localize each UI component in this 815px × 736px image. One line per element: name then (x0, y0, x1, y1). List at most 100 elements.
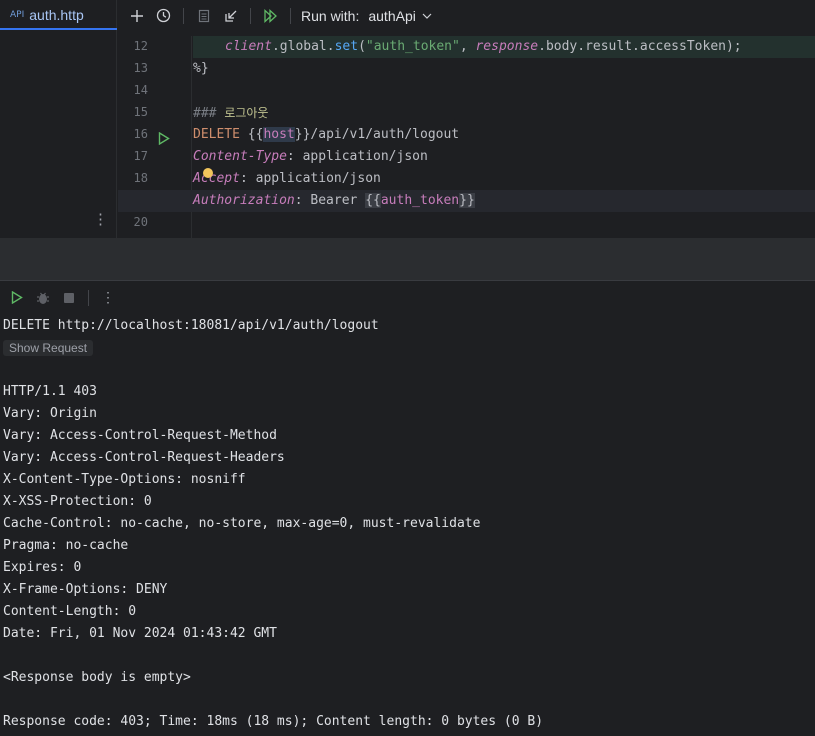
file-tab-auth-http[interactable]: API auth.http (0, 0, 117, 30)
token: ); (725, 39, 742, 54)
token: result (585, 39, 633, 54)
template-variable: auth_token (380, 193, 460, 208)
bug-icon (37, 292, 49, 304)
play-icon (11, 291, 23, 304)
header-name: Accept (193, 171, 240, 186)
token: }} (294, 127, 311, 142)
token: }} (459, 193, 475, 208)
line-number: 16 (133, 127, 148, 141)
header-value: application/json (302, 149, 428, 164)
request-path: /api/v1/auth/logout (310, 127, 460, 142)
token: response (475, 39, 539, 54)
stop-button[interactable] (56, 285, 82, 311)
token: : (239, 171, 256, 186)
token: . (326, 39, 335, 54)
token: global (279, 39, 327, 54)
response-header-line: Cache-Control: no-cache, no-store, max-a… (3, 516, 481, 531)
token: "auth_token" (365, 39, 460, 54)
response-status-line: HTTP/1.1 403 (3, 384, 97, 399)
token: accessToken (639, 39, 726, 54)
add-request-button[interactable] (123, 2, 150, 29)
token: . (632, 39, 640, 54)
request-line: DELETE http://localhost:18081/api/v1/aut… (3, 318, 379, 333)
token: ### (193, 106, 225, 121)
run-all-requests-button[interactable] (257, 2, 284, 29)
import-button[interactable] (217, 2, 244, 29)
token: : (286, 149, 303, 164)
code-line-16: DELETE {{host}}/api/v1/auth/logout (193, 124, 459, 146)
token: , (459, 39, 476, 54)
code-line-17: Content-Type: application/json (193, 146, 428, 168)
run-request-gutter-button[interactable] (158, 130, 170, 149)
token: {{ (247, 127, 264, 142)
vertical-dots-icon: ⋮ (101, 289, 115, 305)
intention-bulb-icon[interactable] (203, 168, 213, 178)
play-icon (158, 131, 170, 146)
environment-name: authApi (368, 7, 416, 24)
run-tool-window-toolbar: ⋮ (0, 280, 815, 314)
plus-icon (130, 9, 143, 22)
rerun-button[interactable] (4, 285, 30, 311)
http-file-icon: API (10, 10, 25, 20)
response-summary: Response code: 403; Time: 18ms (18 ms); … (3, 714, 544, 729)
response-header-line: Expires: 0 (3, 560, 82, 575)
show-request-button[interactable]: Show Request (3, 340, 94, 356)
document-icon (198, 9, 209, 22)
token: . (577, 39, 586, 54)
response-header-line: Vary: Access-Control-Request-Headers (3, 450, 285, 465)
debug-button[interactable] (30, 285, 56, 311)
history-button[interactable] (150, 2, 177, 29)
line-number: 13 (133, 61, 148, 75)
code-line-15: ### 로그아웃 (193, 102, 268, 124)
toolbar-separator (88, 289, 89, 306)
stop-icon (64, 292, 74, 303)
line-number: 14 (133, 83, 148, 97)
editor-region: API auth.http ⋮ Run with: authApi 12 13 … (0, 0, 815, 238)
line-number: 20 (133, 215, 148, 229)
header-value: Bearer (310, 193, 366, 208)
import-arrow-icon (224, 10, 236, 22)
toolbar-separator (250, 7, 251, 24)
response-header-line: Content-Length: 0 (3, 604, 137, 619)
toolbar-separator (183, 7, 184, 24)
response-header-line: X-XSS-Protection: 0 (3, 494, 152, 509)
response-body-empty: <Response body is empty> (3, 670, 191, 685)
active-tab-indicator (0, 28, 117, 30)
request-title: 로그아웃 (224, 106, 269, 120)
code-line-12: client.global.set("auth_token", response… (225, 36, 742, 58)
run-all-icon (263, 8, 277, 23)
convert-button[interactable] (190, 2, 217, 29)
more-actions-button[interactable]: ⋮ (95, 285, 121, 311)
code-line-13: %} (193, 61, 209, 76)
token: : (294, 193, 311, 208)
code-line-19: Authorization: Bearer {{auth_token}} (193, 190, 475, 212)
token: {{ (365, 193, 381, 208)
panel-divider (0, 238, 815, 280)
code-line-18: Accept: application/json (193, 168, 381, 190)
toolbar-separator (290, 7, 291, 24)
token: . (538, 39, 546, 54)
token: . (271, 39, 280, 54)
response-header-line: Pragma: no-cache (3, 538, 129, 553)
token: client (225, 39, 272, 54)
code-editor[interactable]: client.global.set("auth_token", response… (118, 36, 815, 238)
header-name: Content-Type (193, 149, 287, 164)
environment-selector[interactable]: authApi (368, 7, 432, 24)
template-variable: host (263, 127, 295, 142)
http-client-toolbar: Run with: authApi (118, 0, 815, 31)
token: set (334, 39, 359, 54)
token: body (545, 39, 578, 54)
response-header-line: Vary: Access-Control-Request-Method (3, 428, 277, 443)
header-value: application/json (255, 171, 381, 186)
response-output: DELETE http://localhost:18081/api/v1/aut… (0, 314, 815, 736)
response-header-line: X-Content-Type-Options: nosniff (3, 472, 246, 487)
response-header-line: Date: Fri, 01 Nov 2024 01:43:42 GMT (3, 626, 277, 641)
file-tab-panel: API auth.http ⋮ (0, 0, 117, 238)
chevron-down-icon (422, 13, 432, 19)
line-number: 18 (133, 171, 148, 185)
line-number: 15 (133, 105, 148, 119)
response-header-line: Vary: Origin (3, 406, 97, 421)
more-options-icon[interactable]: ⋮ (93, 210, 108, 228)
file-tab-label: auth.http (29, 7, 84, 23)
